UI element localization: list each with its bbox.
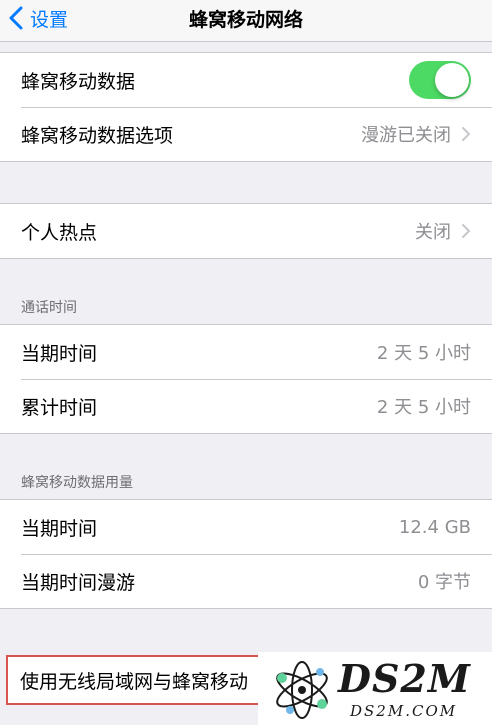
call-lifetime-row: 累计时间 2 天 5 小时: [0, 379, 492, 433]
data-roaming-value: 0 字节: [417, 572, 471, 593]
data-usage-group: 当期时间 12.4 GB 当期时间漫游 0 字节: [0, 499, 492, 609]
toggle-knob: [435, 63, 469, 97]
personal-hotspot-row[interactable]: 个人热点 关闭: [0, 204, 492, 258]
back-button[interactable]: 设置: [8, 0, 68, 36]
chevron-right-icon: [462, 127, 470, 141]
wlan-assist-label: 使用无线局域网与蜂窝移动: [20, 670, 249, 693]
data-usage-header: 蜂窝移动数据用量: [21, 475, 133, 491]
watermark-small-text: DS2M.COM: [350, 702, 458, 720]
chevron-left-icon: [9, 6, 23, 30]
watermark: DS2M DS2M.COM: [258, 652, 492, 725]
atom-logo-icon: [276, 661, 328, 719]
personal-hotspot-label: 个人热点: [21, 221, 98, 244]
call-current-period-value: 2 天 5 小时: [376, 343, 471, 364]
page-title: 蜂窝移动网络: [188, 8, 303, 31]
data-current-period-label: 当期时间: [21, 517, 98, 540]
cellular-data-label: 蜂窝移动数据: [21, 70, 136, 93]
cellular-data-options-label: 蜂窝移动数据选项: [21, 124, 174, 147]
call-time-header: 通话时间: [21, 300, 77, 316]
data-current-period-row: 当期时间 12.4 GB: [0, 500, 492, 554]
call-time-group: 当期时间 2 天 5 小时 累计时间 2 天 5 小时: [0, 324, 492, 434]
call-lifetime-label: 累计时间: [21, 396, 98, 419]
navigation-bar: 设置 蜂窝移动网络: [0, 0, 492, 42]
call-current-period-label: 当期时间: [21, 342, 98, 365]
call-current-period-row: 当期时间 2 天 5 小时: [0, 325, 492, 379]
cellular-data-options-row[interactable]: 蜂窝移动数据选项 漫游已关闭: [0, 107, 492, 161]
cellular-data-group: 蜂窝移动数据 蜂窝移动数据选项 漫游已关闭: [0, 52, 492, 162]
personal-hotspot-value: 关闭: [415, 222, 451, 243]
watermark-big-text: DS2M: [338, 656, 471, 701]
cellular-data-row: 蜂窝移动数据: [0, 53, 492, 107]
call-lifetime-value: 2 天 5 小时: [376, 397, 471, 418]
cellular-data-toggle[interactable]: [409, 61, 471, 99]
data-roaming-label: 当期时间漫游: [21, 571, 136, 594]
back-label: 设置: [30, 8, 69, 31]
data-roaming-row: 当期时间漫游 0 字节: [0, 554, 492, 608]
data-current-period-value: 12.4 GB: [398, 516, 471, 538]
hotspot-group: 个人热点 关闭: [0, 203, 492, 259]
chevron-right-icon: [462, 224, 470, 238]
roaming-status-value: 漫游已关闭: [361, 125, 451, 146]
